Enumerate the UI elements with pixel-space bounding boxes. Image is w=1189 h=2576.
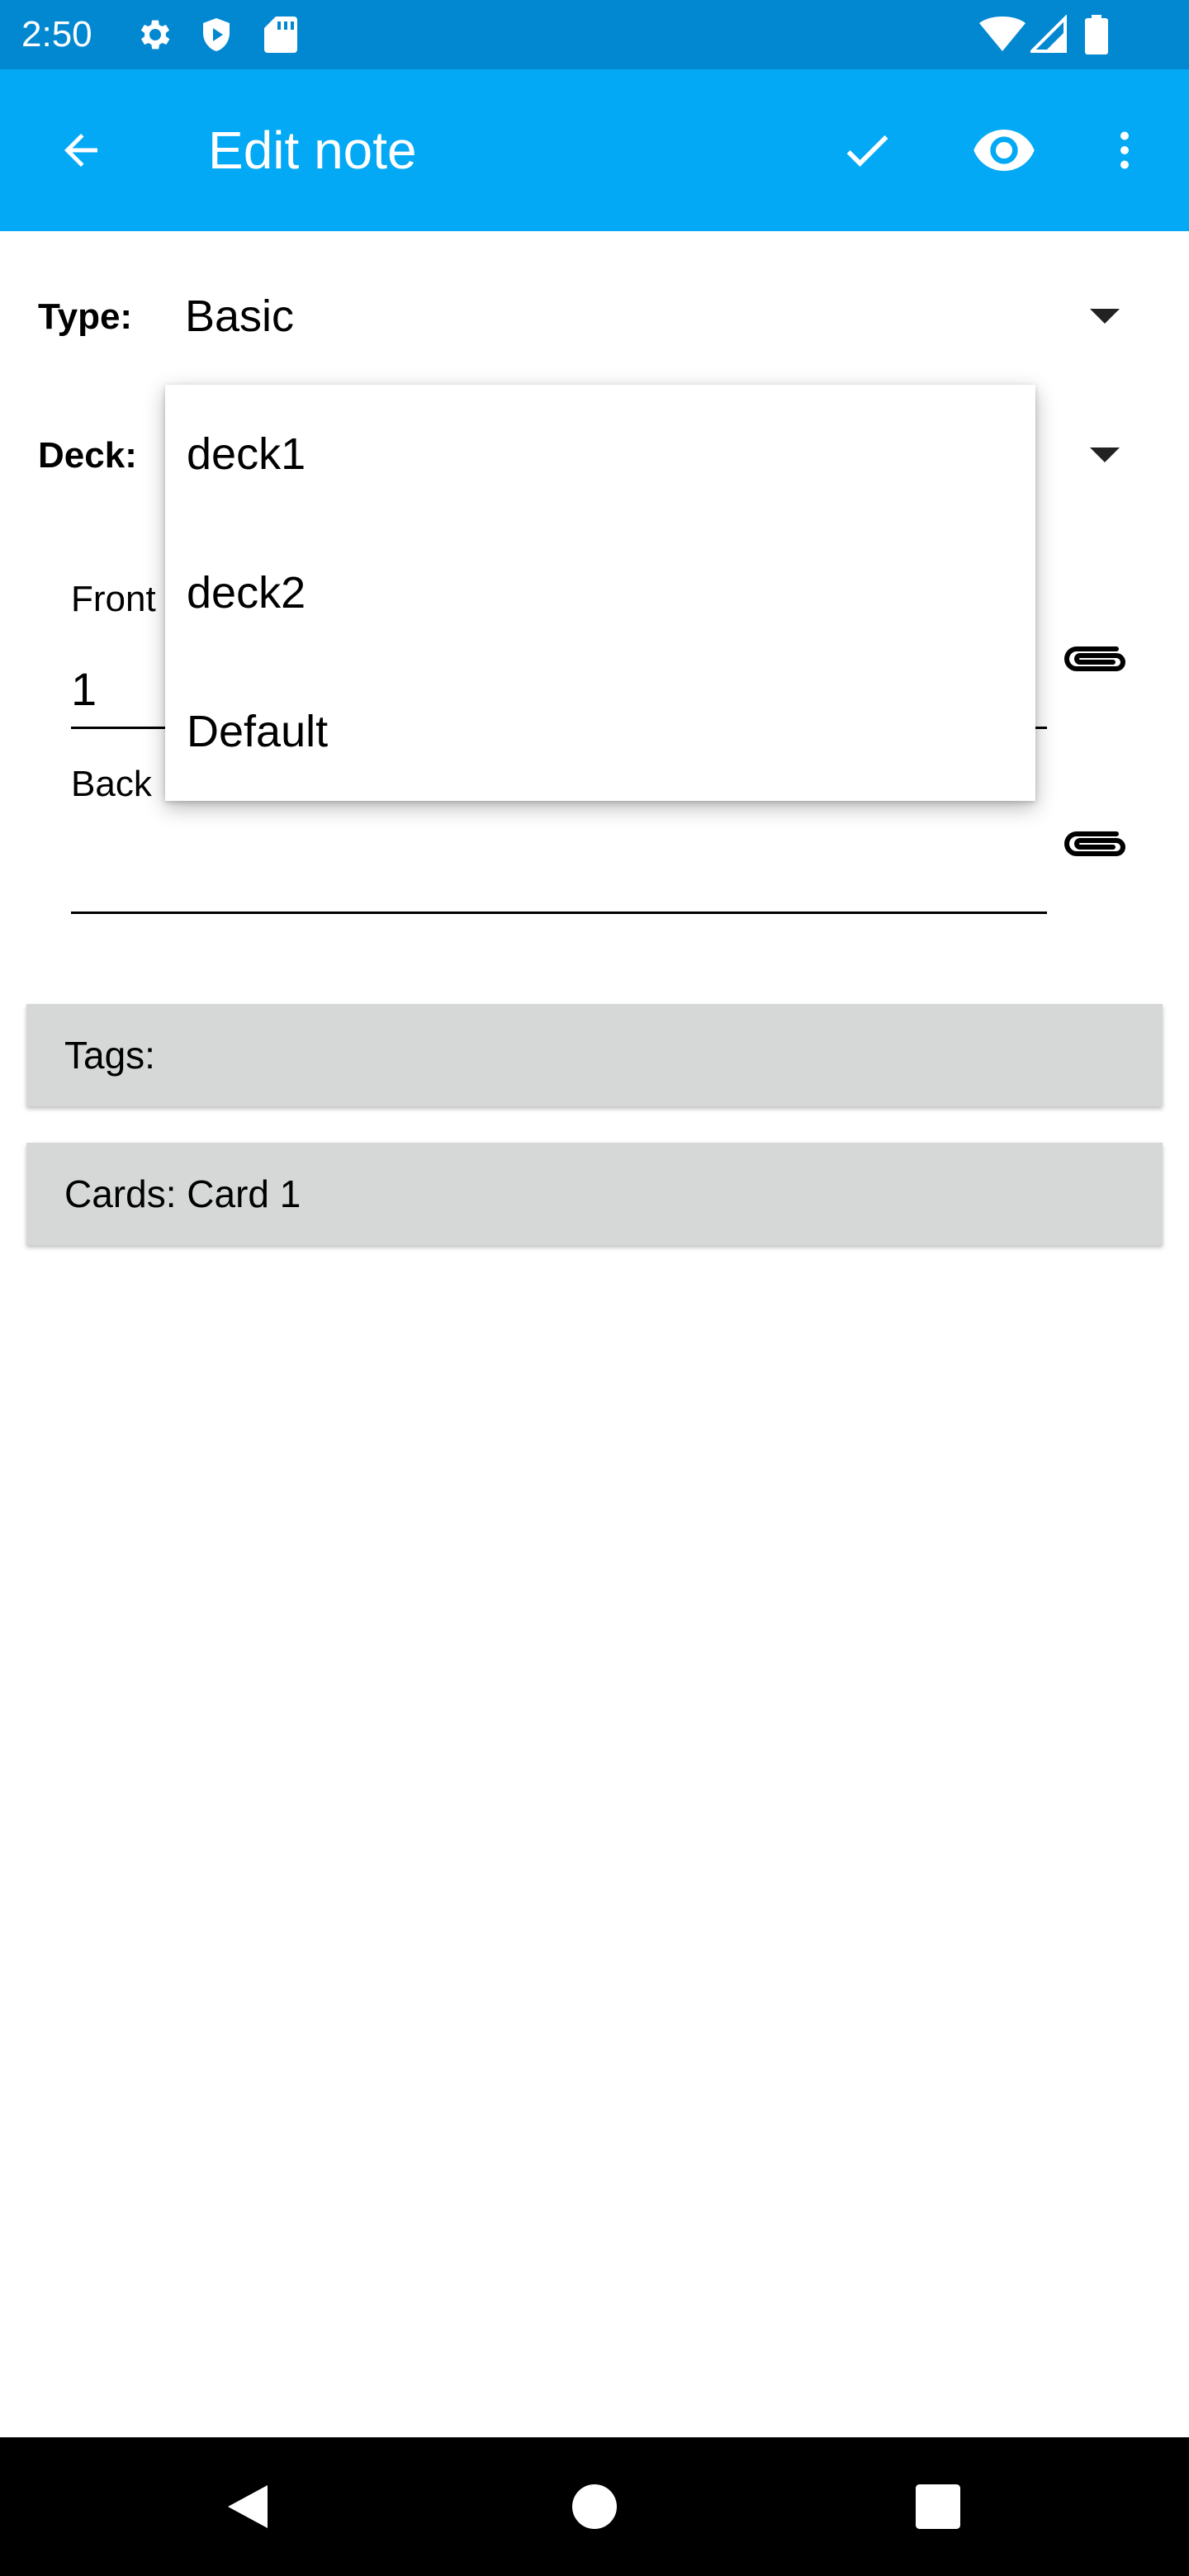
arrow-back-icon[interactable] bbox=[40, 109, 122, 192]
sd-card-icon bbox=[263, 15, 299, 59]
cards-button[interactable]: Cards: Card 1 bbox=[26, 1143, 1163, 1245]
back-field-underline bbox=[71, 912, 1047, 914]
deck-label: Deck: bbox=[38, 435, 137, 476]
deck-option-label: deck2 bbox=[187, 568, 306, 618]
gear-icon bbox=[134, 15, 173, 59]
more-vert-icon[interactable] bbox=[1083, 109, 1166, 192]
battery-icon bbox=[1085, 15, 1108, 59]
paperclip-icon[interactable] bbox=[1060, 821, 1126, 870]
status-time: 2:50 bbox=[21, 14, 92, 54]
eye-icon[interactable] bbox=[963, 109, 1045, 192]
page-title: Edit note bbox=[208, 121, 417, 180]
wifi-icon bbox=[979, 15, 1026, 59]
type-label: Type: bbox=[38, 296, 133, 337]
app-bar: Edit note bbox=[0, 69, 1189, 231]
navigation-bar bbox=[0, 2437, 1189, 2576]
back-field-label: Back bbox=[71, 764, 152, 804]
deck-option[interactable]: Default bbox=[165, 662, 1035, 801]
deck-option-label: deck1 bbox=[187, 429, 306, 479]
check-icon[interactable] bbox=[826, 109, 908, 192]
nav-home-icon[interactable] bbox=[553, 2465, 636, 2548]
status-bar: 2:50 bbox=[0, 0, 1189, 69]
chevron-down-icon bbox=[1090, 447, 1120, 462]
front-field-input[interactable]: 1 bbox=[71, 661, 97, 718]
deck-option[interactable]: deck1 bbox=[165, 385, 1035, 523]
tags-button[interactable]: Tags: bbox=[26, 1004, 1163, 1106]
deck-option-label: Default bbox=[187, 707, 329, 756]
type-value: Basic bbox=[185, 291, 295, 341]
nav-back-icon[interactable] bbox=[206, 2465, 289, 2548]
signal-icon bbox=[1028, 14, 1067, 59]
shield-icon bbox=[197, 15, 236, 59]
front-field-label: Front bbox=[71, 579, 156, 619]
chevron-down-icon bbox=[1090, 309, 1120, 324]
paperclip-icon[interactable] bbox=[1060, 636, 1126, 685]
nav-recents-icon[interactable] bbox=[897, 2465, 979, 2548]
cards-label: Cards: Card 1 bbox=[64, 1172, 301, 1215]
tags-label: Tags: bbox=[64, 1034, 155, 1077]
deck-option[interactable]: deck2 bbox=[165, 523, 1035, 662]
deck-dropdown: deck1 deck2 Default bbox=[165, 385, 1035, 801]
